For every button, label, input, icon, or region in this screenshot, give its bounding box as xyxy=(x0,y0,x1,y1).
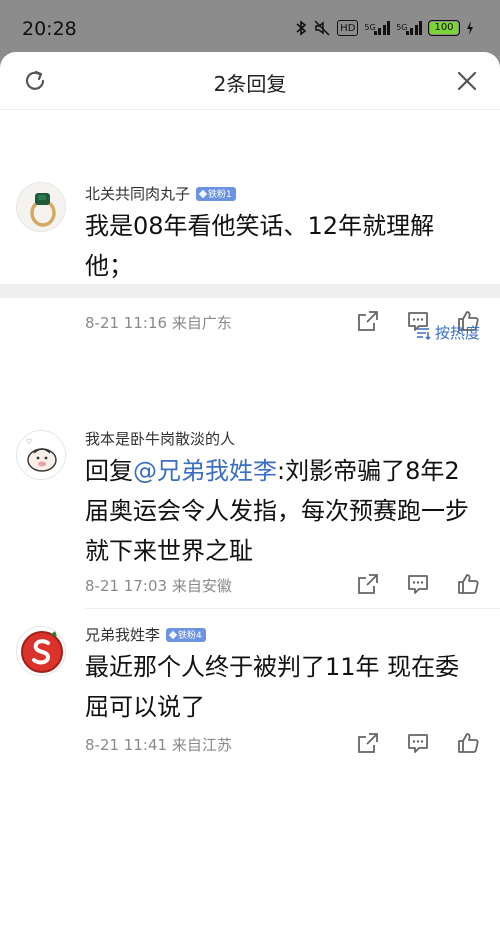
reply-prefix: 回复 xyxy=(85,457,133,485)
mute-icon xyxy=(313,20,331,36)
share-icon[interactable] xyxy=(356,309,380,333)
comment-text: 我是08年看他笑话、12年就理解他； xyxy=(85,212,435,280)
comment-location: 来自广东 xyxy=(171,314,232,332)
comment-meta: 8-21 11:16 来自广东 xyxy=(85,312,232,333)
reply-actions xyxy=(356,572,480,596)
status-bar: 20:28 HD 5G 5G 100 xyxy=(0,0,500,56)
fan-badge: 铁粉4 xyxy=(166,627,206,642)
reply-sheet: 2条回复 北关共同肉丸子 铁粉1 我是08年看他笑话、12年就理解他； 8-21… xyxy=(0,52,500,952)
like-icon[interactable] xyxy=(456,731,480,755)
diamond-icon xyxy=(168,630,178,639)
bluetooth-icon xyxy=(295,20,307,36)
battery-icon: 100 xyxy=(428,20,460,36)
svg-text:♡: ♡ xyxy=(26,438,32,446)
like-icon[interactable] xyxy=(456,572,480,596)
share-icon[interactable] xyxy=(356,731,380,755)
username[interactable]: 北关共同肉丸子 xyxy=(85,183,190,204)
reply-time: 8-21 17:03 xyxy=(85,577,168,595)
reply-time: 8-21 11:41 xyxy=(85,736,168,754)
avatar[interactable]: ♡ xyxy=(16,430,66,480)
user-row: 兄弟我姓李 铁粉4 xyxy=(85,624,206,645)
status-icons: HD 5G 5G 100 xyxy=(295,20,474,36)
share-icon[interactable] xyxy=(356,572,380,596)
reply-meta: 8-21 11:41 来自江苏 xyxy=(85,734,232,755)
mention-link[interactable]: @兄弟我姓李 xyxy=(133,457,277,485)
fan-badge: 铁粉1 xyxy=(196,186,236,201)
username[interactable]: 我本是卧牛岗散淡的人 xyxy=(85,428,235,449)
user-row: 北关共同肉丸子 铁粉1 xyxy=(85,183,236,204)
sort-icon xyxy=(416,327,431,340)
comment-icon[interactable] xyxy=(406,731,430,755)
avatar[interactable] xyxy=(16,626,66,676)
reply-location: 来自江苏 xyxy=(171,736,232,754)
sort-button[interactable]: 按热度 xyxy=(415,322,480,343)
username[interactable]: 兄弟我姓李 xyxy=(85,624,160,645)
reply-location: 来自安徽 xyxy=(171,577,232,595)
diamond-icon xyxy=(198,189,208,198)
close-icon[interactable] xyxy=(454,68,480,94)
signal-icon-2: 5G xyxy=(396,21,422,35)
avatar[interactable] xyxy=(16,182,66,232)
comment-time: 8-21 11:16 xyxy=(85,314,168,332)
section-divider xyxy=(0,284,500,298)
comment-icon[interactable] xyxy=(406,572,430,596)
charging-icon xyxy=(466,21,474,35)
status-time: 20:28 xyxy=(22,18,77,40)
reply-text: 回复@兄弟我姓李:刘影帝骗了8年2届奥运会令人发指，每次预赛跑一步就下来世界之耻 xyxy=(85,451,472,571)
row-divider xyxy=(85,608,500,609)
sheet-title: 2条回复 xyxy=(213,72,287,96)
sheet-header: 2条回复 xyxy=(0,52,500,110)
user-row: 我本是卧牛岗散淡的人 xyxy=(85,428,235,449)
signal-icon: 5G xyxy=(364,21,391,35)
sort-label: 按热度 xyxy=(434,324,480,342)
hd-icon: HD xyxy=(337,20,359,36)
reply-meta: 8-21 17:03 来自安徽 xyxy=(85,575,232,596)
reply-actions xyxy=(356,731,480,755)
reply-text: 最近那个人终于被判了11年 现在委屈可以说了 xyxy=(85,653,460,721)
